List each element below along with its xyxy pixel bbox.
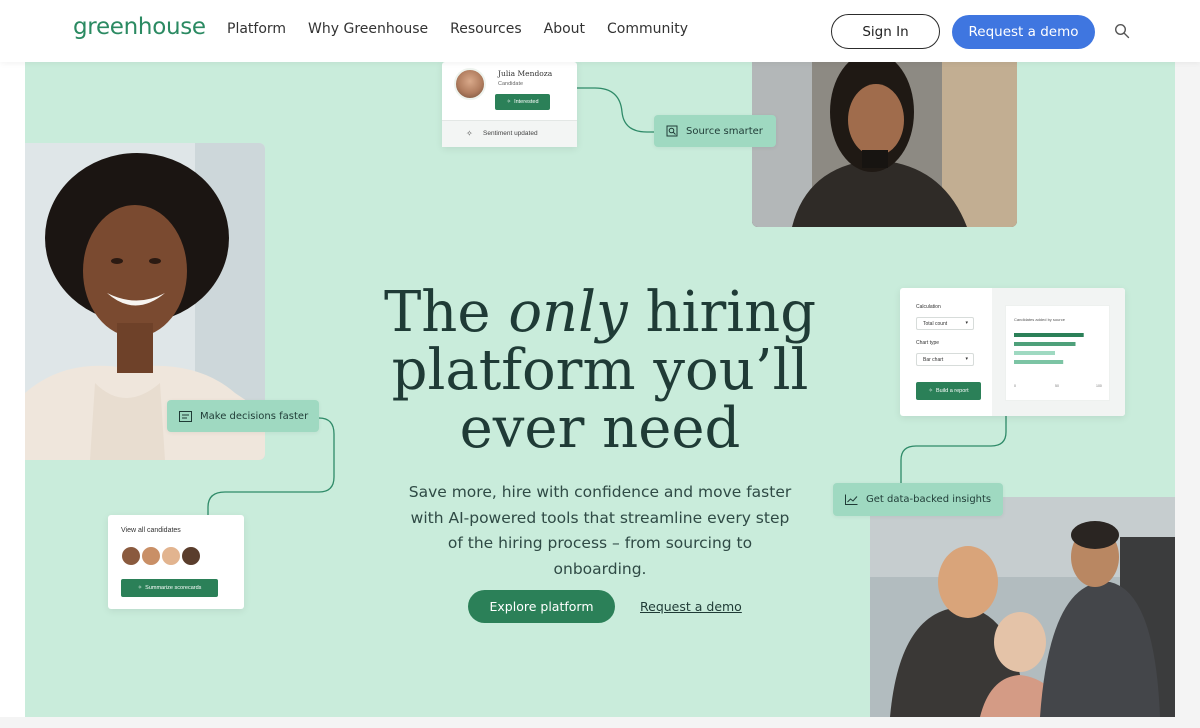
request-demo-button[interactable]: Request a demo	[952, 15, 1095, 49]
scorecard-icon	[179, 410, 192, 422]
insights-label: Get data-backed insights	[866, 494, 992, 505]
nav-about[interactable]: About	[544, 21, 585, 37]
mini-bar-chart: Candidates added by source 0 50 100	[1005, 305, 1110, 401]
interested-badge-label: Interested	[514, 99, 539, 105]
build-report-label: Build a report	[935, 388, 969, 394]
source-smarter-label: Source smarter	[686, 125, 763, 137]
candidate-avatar	[180, 545, 202, 567]
headline-line-3: ever need	[459, 396, 741, 461]
nav-platform[interactable]: Platform	[227, 21, 286, 37]
interested-badge: ✧ Interested	[495, 94, 550, 110]
sparkle-icon: ✧	[137, 585, 143, 591]
candidate-name: Julia Mendoza	[498, 69, 553, 78]
make-decisions-pill: Make decisions faster	[167, 400, 319, 432]
sparkle-icon: ✧	[466, 129, 473, 138]
request-demo-link[interactable]: Request a demo	[640, 599, 742, 614]
page-edge	[1175, 62, 1200, 728]
mini-chart-tick: 50	[1055, 384, 1059, 388]
explore-platform-button[interactable]: Explore platform	[468, 590, 615, 623]
hero-headline: The only hiring platform you’ll ever nee…	[365, 284, 835, 458]
main-nav: Platform Why Greenhouse Resources About …	[227, 21, 688, 37]
nav-community[interactable]: Community	[607, 21, 688, 37]
photo-man-long-hair	[752, 62, 1017, 227]
chart-type-select: Bar chart ▾	[916, 353, 974, 366]
view-candidates-card: View all candidates ✧ Summarize scorecar…	[108, 515, 244, 609]
calculation-select: Total count ▾	[916, 317, 974, 330]
line-chart-icon	[845, 494, 858, 505]
mini-chart-bar	[1014, 342, 1076, 346]
chevron-down-icon: ▾	[965, 320, 968, 326]
mini-chart-tick: 100	[1096, 384, 1102, 388]
photo-team-collaborating	[870, 497, 1175, 717]
headline-word-the: The	[383, 280, 491, 345]
report-builder-card: Calculation Total count ▾ Chart type Bar…	[900, 288, 1125, 416]
chart-type-label: Chart type	[916, 340, 940, 346]
calculation-select-value: Total count	[923, 321, 948, 327]
summarize-scorecards-button: ✧ Summarize scorecards	[121, 579, 218, 597]
make-decisions-label: Make decisions faster	[200, 410, 309, 422]
sentiment-updated-text: Sentiment updated	[483, 130, 538, 137]
source-smarter-pill: Source smarter	[654, 115, 776, 147]
mini-chart-bar	[1014, 333, 1084, 337]
sparkle-icon: ✧	[928, 388, 933, 394]
view-candidates-title: View all candidates	[121, 527, 181, 534]
search-icon[interactable]	[1114, 23, 1130, 39]
hero-section: Julia Mendoza Candidate ✧ Interested ✧ S…	[25, 62, 1175, 717]
candidate-avatar	[140, 545, 162, 567]
chart-type-select-value: Bar chart	[923, 357, 944, 363]
insights-pill: Get data-backed insights	[833, 483, 1003, 516]
headline-word-hiring: hiring	[645, 280, 817, 345]
mini-chart-tick: 0	[1014, 384, 1016, 388]
search-person-icon	[666, 125, 678, 137]
candidate-avatar	[120, 545, 142, 567]
nav-resources[interactable]: Resources	[450, 21, 522, 37]
headline-line-2: platform you’ll	[391, 338, 809, 403]
sign-in-button[interactable]: Sign In	[831, 14, 940, 49]
mini-chart-bar	[1014, 351, 1055, 355]
candidate-avatar	[454, 68, 486, 100]
site-header: greenhouse Platform Why Greenhouse Resou…	[0, 0, 1200, 62]
candidate-role: Candidate	[498, 81, 524, 87]
nav-why-greenhouse[interactable]: Why Greenhouse	[308, 21, 428, 37]
mini-chart-bar	[1014, 360, 1064, 364]
candidate-avatar	[160, 545, 182, 567]
greenhouse-logo[interactable]: greenhouse	[73, 14, 206, 40]
hero-subtext: Save more, hire with confidence and move…	[408, 483, 792, 578]
headline-word-only: only	[508, 280, 628, 345]
chevron-down-icon: ▾	[965, 356, 968, 362]
page-edge-bottom	[0, 717, 1200, 728]
sparkle-icon: ✧	[506, 99, 512, 105]
candidate-card: Julia Mendoza Candidate ✧ Interested ✧ S…	[442, 62, 577, 147]
calculation-label: Calculation	[916, 304, 941, 310]
summarize-scorecards-label: Summarize scorecards	[145, 585, 202, 591]
build-report-button: ✧ Build a report	[916, 382, 981, 400]
candidate-card-footer: ✧ Sentiment updated	[442, 120, 577, 147]
